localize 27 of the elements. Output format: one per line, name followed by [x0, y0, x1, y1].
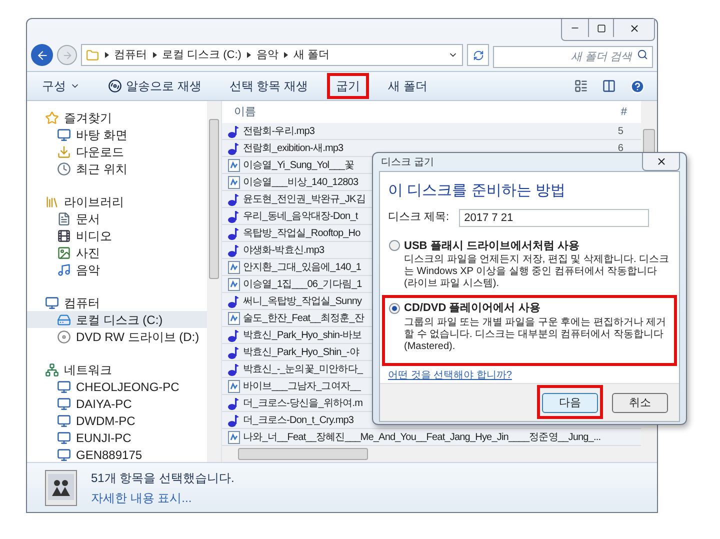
file-name: 전람회_exibition-새.mp3 — [243, 142, 344, 156]
file-name: 더_크로스-당신을_위하여.m — [243, 396, 363, 410]
dialog-heading: 이 디스크를 준비하는 방법 — [388, 181, 567, 201]
track-number: 6 — [618, 142, 624, 156]
option-description: 그룹의 파일 또는 개별 파일을 구운 후에는 편집하거나 제거할 수 없습니다. 디스크는 대부분의 컴퓨터에서 작동합니다 (Mastered). — [403, 316, 668, 352]
file-name: 박효신_Park_Hyo_Shin_-야 — [243, 346, 359, 360]
field-label: 디스크 제목: — [388, 210, 450, 226]
track-number: 5 — [618, 124, 624, 138]
file-name: 바이브___그남자_그여자__ — [243, 380, 360, 394]
file-name: 이승열_Yi_Sung_Yol___꽃 — [243, 158, 354, 172]
file-name: 술도_한잔_Feat__최정훈_잔 — [243, 312, 364, 326]
option-description: 디스크의 파일을 언제든지 저장, 편집 및 삭제합니다. 디스크는 Windows XP 이상을 실행 중인 컴퓨터에서 작동합니다(라이브 파일 시스템). — [403, 254, 670, 290]
file-name: 이승열_1집___06_기다림_1 — [243, 278, 362, 292]
file-name: 이승열___비상_140_12803 — [243, 176, 358, 190]
file-name: 박효신_Park_Hyo_shin-바보 — [243, 328, 362, 342]
selection-summary: 51개 항목을 선택했습니다. — [91, 470, 234, 486]
file-name: 우리_동네_음악대장-Don_t — [243, 210, 358, 224]
file-name: 옥탑방_작업실_Rooftop_Ho — [243, 226, 360, 240]
dialog-title: 디스크 굽기 — [380, 156, 434, 170]
file-name: 야생화-박효신.mp3 — [243, 244, 324, 258]
file-name: 박효신_-_눈의꽃_미안하다_ — [243, 362, 363, 376]
file-name: 윤도현_전인권_박완규_JK김 — [243, 192, 366, 206]
file-name: 전람회-우리.mp3 — [243, 124, 315, 138]
file-name: 나와_너__Feat__장혜진___Me_And_You__Feat_Jang_Hye_Jin____정준영__Jung_... — [243, 430, 601, 444]
file-name: 안지환_그대_있음에_140_1 — [243, 260, 362, 274]
file-name: 더_크로스-Don_t_Cry.mp3 — [243, 414, 354, 428]
file-name: 써니_옥탑방_작업실_Sunny — [243, 294, 362, 308]
